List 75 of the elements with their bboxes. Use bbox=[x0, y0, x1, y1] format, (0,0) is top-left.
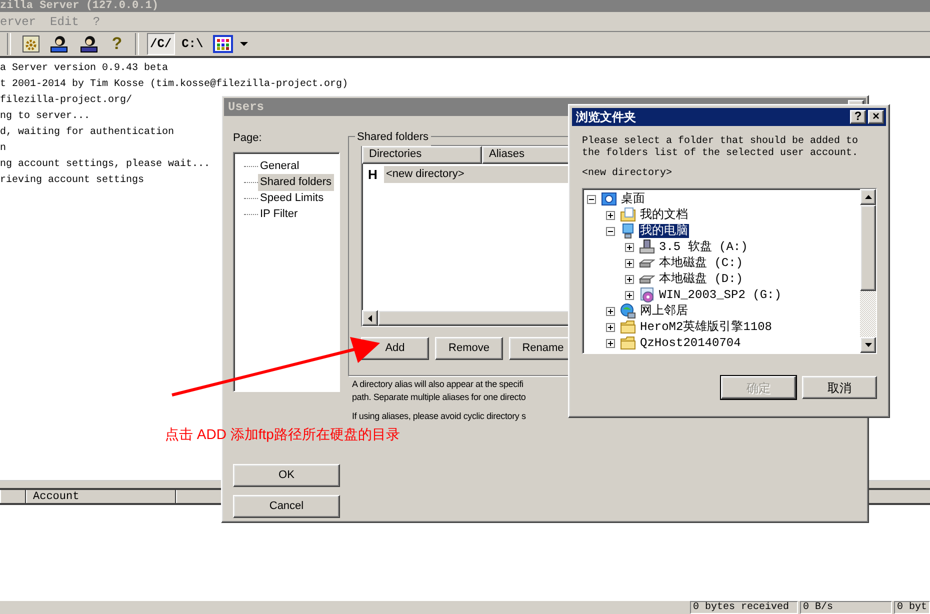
expand-icon[interactable] bbox=[625, 274, 634, 284]
tree-item[interactable]: QzHost20140704 bbox=[639, 336, 742, 350]
user-icon bbox=[80, 35, 100, 53]
help-text: path. Separate multiple aliases for one directo bbox=[352, 391, 526, 404]
log-line: ng account settings, please wait... bbox=[0, 158, 210, 172]
expand-icon[interactable] bbox=[625, 242, 634, 252]
tree-item[interactable]: 网上邻居 bbox=[639, 304, 689, 318]
column-header[interactable]: Account bbox=[26, 490, 176, 503]
status-text: 0 byt bbox=[894, 601, 930, 614]
tree-item[interactable]: WIN_2003_SP2 (G:) bbox=[658, 288, 782, 302]
disc-drive-icon bbox=[639, 287, 655, 303]
log-line: t 2001-2014 by Tim Kosse (tim.kosse@filezilla-project.org) bbox=[0, 78, 348, 92]
ok-button[interactable]: OK bbox=[233, 464, 340, 486]
page-item[interactable]: Speed Limits bbox=[258, 190, 326, 207]
dialog-title: 浏览文件夹 bbox=[576, 109, 636, 126]
help-button[interactable]: ? bbox=[850, 110, 866, 124]
folder-icon bbox=[620, 319, 636, 335]
tree-item[interactable]: 3.5 软盘 (A:) bbox=[658, 240, 749, 254]
tree-item[interactable]: 我的文档 bbox=[639, 208, 689, 222]
current-folder: <new directory> bbox=[582, 168, 674, 180]
collapse-icon[interactable] bbox=[606, 226, 615, 236]
dialog-title: Users bbox=[228, 99, 264, 116]
page-item[interactable]: IP Filter bbox=[258, 206, 300, 223]
log-line: filezilla-project.org/ bbox=[0, 94, 132, 108]
page-label: Page: bbox=[233, 131, 263, 146]
network-icon bbox=[620, 303, 636, 319]
column-header[interactable]: Directories bbox=[362, 146, 482, 164]
tree-item[interactable]: 本地磁盘 (D:) bbox=[658, 272, 744, 286]
dialog-button[interactable]: Remove bbox=[435, 337, 503, 360]
dialog-button[interactable]: 取消 bbox=[802, 376, 877, 399]
prompt-text: Please select a folder that should be added to the folders list of the selected user account. bbox=[582, 136, 860, 160]
help-text: A directory alias will also appear at the specifi bbox=[352, 378, 524, 391]
cancel-button[interactable]: Cancel bbox=[233, 494, 340, 518]
left-arrow-icon[interactable] bbox=[368, 314, 372, 322]
log-line: d, waiting for authentication bbox=[0, 126, 174, 140]
computer-icon bbox=[620, 223, 636, 239]
log-line: n bbox=[0, 142, 6, 156]
expand-icon[interactable] bbox=[625, 258, 634, 268]
scrollbar[interactable] bbox=[860, 189, 876, 353]
help-button[interactable]: ? bbox=[107, 33, 127, 55]
group-title: Shared folders bbox=[355, 129, 431, 146]
close-button[interactable]: × bbox=[868, 110, 884, 124]
expand-icon[interactable] bbox=[606, 322, 615, 332]
help-text: If using aliases, please avoid cyclic directory s bbox=[352, 410, 526, 423]
expand-icon[interactable] bbox=[606, 338, 615, 348]
collapse-icon[interactable] bbox=[587, 194, 596, 204]
page-item[interactable]: General bbox=[258, 158, 302, 175]
folder-icon bbox=[620, 207, 636, 223]
expand-icon[interactable] bbox=[606, 210, 615, 220]
folder-icon bbox=[620, 335, 636, 351]
floppy-drive-icon bbox=[639, 239, 655, 255]
log-line: ng to server... bbox=[0, 110, 90, 124]
tree-item[interactable]: 本地磁盘 (C:) bbox=[658, 256, 744, 270]
tree-item[interactable]: HeroM2英雄版引擎1108 bbox=[639, 320, 774, 334]
path-button[interactable]: /C/ bbox=[147, 33, 175, 55]
annotation-text: 点击 ADD 添加ftp路径所在硬盘的目录 bbox=[165, 425, 400, 444]
expand-icon[interactable] bbox=[625, 290, 634, 300]
path-button[interactable]: C:\ bbox=[178, 33, 206, 55]
tree-item[interactable]: 我的电脑 bbox=[639, 224, 689, 238]
caret-icon[interactable] bbox=[240, 42, 248, 46]
window-title: zilla Server (127.0.0.1) bbox=[0, 0, 930, 12]
tree-item[interactable]: 桌面 bbox=[620, 192, 646, 206]
desktop-icon bbox=[601, 191, 617, 207]
down-arrow-icon[interactable] bbox=[864, 343, 872, 347]
user-icon bbox=[50, 35, 70, 53]
status-text: 0 bytes received bbox=[690, 601, 798, 614]
home-marker: H bbox=[367, 166, 378, 184]
up-arrow-icon[interactable] bbox=[864, 195, 872, 199]
expand-icon[interactable] bbox=[606, 306, 615, 316]
log-line: rieving account settings bbox=[0, 174, 144, 188]
gear-icon bbox=[22, 35, 40, 53]
status-text: 0 B/s bbox=[800, 601, 892, 614]
grid-icon bbox=[213, 35, 234, 53]
log-line: a Server version 0.9.43 beta bbox=[0, 62, 168, 76]
page-item[interactable]: Shared folders bbox=[258, 174, 334, 191]
